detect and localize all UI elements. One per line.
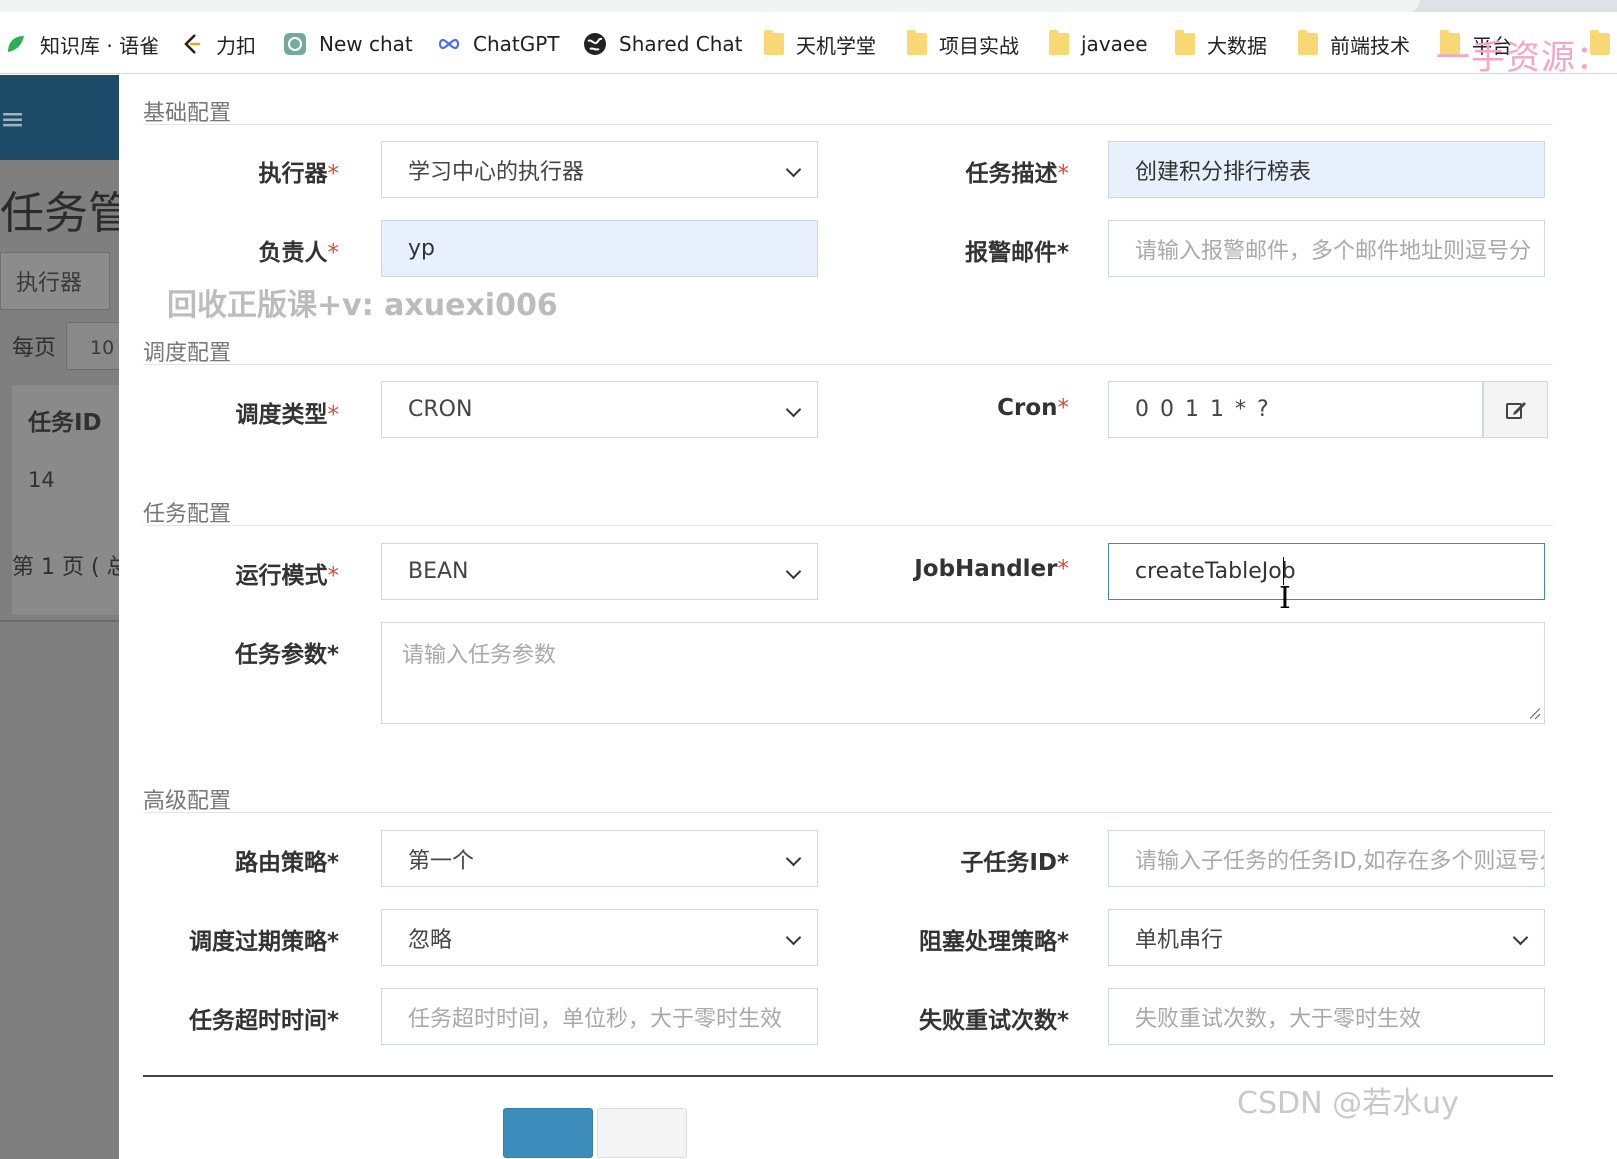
misfire-strategy-select[interactable]: 忽略	[381, 909, 818, 966]
column-header-task-id: 任务ID	[28, 410, 102, 436]
edit-icon	[1505, 401, 1526, 419]
section-title: 调度配置	[143, 341, 232, 366]
cron-edit-button[interactable]	[1483, 381, 1548, 438]
alarm-email-input[interactable]: 请输入报警邮件，多个邮件地址则逗号分	[1108, 220, 1545, 277]
bookmark-label: 前端技术	[1330, 33, 1410, 58]
watermark-csdn: CSDN @若水uy	[1237, 1086, 1459, 1121]
bookmark-yuque[interactable]: 知识库 · 语雀	[4, 30, 159, 58]
bookmark-folder[interactable]: 天机学堂	[764, 30, 876, 58]
task-desc-input[interactable]: 创建积分排行榜表	[1108, 141, 1545, 198]
bookmark-label: ChatGPT	[473, 32, 560, 56]
bookmark-label: 天机学堂	[796, 33, 876, 58]
route-strategy-label: 路由策略*	[234, 850, 339, 876]
divider	[0, 620, 119, 622]
executor-label: 执行器*	[258, 161, 340, 187]
bookmark-leetcode[interactable]: 力扣	[180, 30, 256, 58]
bookmark-label: javaee	[1081, 32, 1148, 56]
browser-tab-strip	[0, 0, 1617, 12]
owner-label: 负责人*	[258, 240, 340, 266]
child-job-input[interactable]: 请输入子任务的任务ID,如存在多个则逗号分	[1108, 830, 1545, 887]
schedule-type-label: 调度类型*	[235, 402, 340, 428]
leetcode-icon	[184, 34, 200, 54]
textarea-placeholder: 请输入任务参数	[402, 643, 557, 668]
folder-icon	[764, 30, 784, 55]
bookmark-label: 项目实战	[939, 33, 1019, 58]
section-title: 任务配置	[143, 502, 232, 527]
watermark-top: 一手资源：	[1436, 38, 1611, 78]
bookmark-new-chat[interactable]: New chat	[283, 30, 413, 58]
job-handler-label: JobHandler*	[914, 556, 1069, 582]
per-page-label: 每页	[12, 336, 57, 361]
section-basic: 基础配置	[143, 95, 1553, 126]
infinity-icon	[438, 38, 460, 50]
pagination-text: 第 1 页 ( 总	[12, 555, 119, 580]
form-divider	[143, 1075, 1553, 1077]
misfire-strategy-label: 调度过期策略*	[188, 929, 339, 955]
folder-icon	[1049, 30, 1069, 55]
executor-select[interactable]: 学习中心的执行器	[381, 141, 818, 198]
timeout-label: 任务超时时间*	[188, 1008, 339, 1034]
bookmark-folder[interactable]: 前端技术	[1298, 30, 1410, 58]
bookmark-shared-chat[interactable]: Shared Chat	[583, 30, 743, 58]
bookmark-label: 知识库 · 语雀	[40, 33, 160, 58]
openai-icon	[284, 33, 306, 55]
timeout-input[interactable]: 任务超时时间，单位秒，大于零时生效	[381, 988, 818, 1045]
task-param-label: 任务参数*	[234, 642, 339, 668]
bookmark-label: New chat	[319, 32, 413, 56]
cron-input[interactable]: 0 0 1 1 * ?	[1108, 381, 1483, 438]
globe-icon	[584, 33, 606, 55]
bookmark-label: 大数据	[1207, 33, 1267, 58]
folder-icon	[1175, 30, 1195, 55]
cron-label: Cron*	[997, 395, 1069, 421]
section-task: 任务配置	[143, 496, 1553, 527]
bookmark-folder[interactable]: 大数据	[1175, 30, 1267, 58]
ibeam-cursor-icon: I	[1279, 581, 1291, 616]
hamburger-icon: ≡	[0, 102, 26, 137]
owner-input[interactable]: yp	[381, 220, 818, 277]
route-strategy-select[interactable]: 第一个	[381, 830, 818, 887]
resize-grip-icon[interactable]	[1528, 707, 1540, 719]
folder-icon	[907, 30, 927, 55]
section-advanced: 高级配置	[143, 783, 1553, 814]
cancel-button[interactable]	[597, 1108, 687, 1158]
folder-icon	[1298, 30, 1318, 55]
task-param-textarea[interactable]: 请输入任务参数	[381, 622, 1545, 724]
section-title: 基础配置	[143, 101, 232, 126]
background-page: ≡ 任务管 执行器 每页 10 任务ID 14 第 1 页 ( 总	[0, 75, 119, 1159]
bookmark-chatgpt[interactable]: ChatGPT	[437, 30, 560, 58]
block-strategy-label: 阻塞处理策略*	[918, 929, 1069, 955]
yuque-icon	[8, 36, 24, 52]
alarm-email-label: 报警邮件*	[964, 240, 1069, 266]
job-handler-input[interactable]: createTableJob	[1108, 543, 1545, 600]
schedule-type-select[interactable]: CRON	[381, 381, 818, 438]
task-desc-label: 任务描述*	[965, 161, 1070, 187]
table-row-id: 14	[28, 468, 55, 492]
section-schedule: 调度配置	[143, 335, 1553, 366]
bookmarks-bar: 知识库 · 语雀 力扣 New chat ChatGPT Shared Chat…	[0, 12, 1617, 74]
bookmark-folder[interactable]: 项目实战	[907, 30, 1019, 58]
fail-retry-input[interactable]: 失败重试次数，大于零时生效	[1108, 988, 1545, 1045]
page-size-value: 10	[90, 337, 115, 359]
watermark-middle: 回收正版课+v: axuexi006	[167, 288, 558, 323]
bookmark-label: 力扣	[216, 33, 256, 58]
child-job-label: 子任务ID*	[960, 850, 1069, 876]
section-title: 高级配置	[143, 789, 232, 814]
fail-retry-label: 失败重试次数*	[918, 1008, 1069, 1034]
edit-job-modal: 基础配置 执行器* 学习中心的执行器 任务描述* 创建积分排行榜表 负责人* y…	[119, 75, 1617, 1159]
run-mode-label: 运行模式*	[235, 563, 340, 589]
bookmark-folder[interactable]: javaee	[1049, 30, 1148, 58]
block-strategy-select[interactable]: 单机串行	[1108, 909, 1545, 966]
active-tab-edge	[0, 0, 1420, 12]
bookmark-label: Shared Chat	[619, 32, 743, 56]
executor-filter-label: 执行器	[16, 271, 83, 296]
page-title: 任务管	[0, 188, 119, 239]
run-mode-select[interactable]: BEAN	[381, 543, 818, 600]
save-button[interactable]	[503, 1108, 593, 1158]
